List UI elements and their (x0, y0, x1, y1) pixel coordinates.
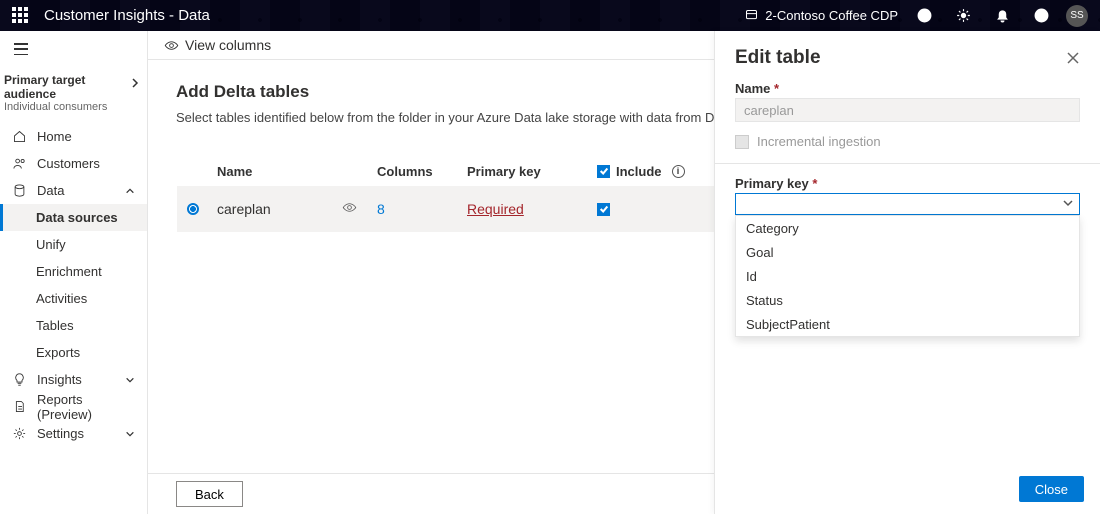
back-button[interactable]: Back (176, 481, 243, 507)
audience-heading: Primary target audience (4, 73, 137, 101)
nav-activities[interactable]: Activities (0, 285, 147, 312)
bell-icon[interactable] (994, 7, 1011, 24)
nav-exports[interactable]: Exports (0, 339, 147, 366)
dd-option-goal[interactable]: Goal (736, 240, 1079, 264)
row-name: careplan (217, 201, 271, 217)
nav-reports[interactable]: Reports (Preview) (0, 393, 147, 420)
chevron-down-icon (125, 375, 135, 385)
name-field-label: Name * (735, 81, 1080, 96)
preview-icon[interactable] (342, 200, 357, 218)
help-icon[interactable] (1033, 7, 1050, 24)
environment-label: 2-Contoso Coffee CDP (765, 8, 898, 23)
nav-settings[interactable]: Settings (0, 420, 147, 447)
dd-option-category[interactable]: Category (736, 216, 1079, 240)
nav-customers[interactable]: Customers (0, 150, 147, 177)
audience-picker[interactable]: Primary target audience Individual consu… (0, 67, 147, 123)
people-icon (12, 156, 27, 171)
nav-collapse-icon[interactable] (14, 43, 28, 55)
close-icon[interactable] (1066, 51, 1080, 65)
include-all-checkbox[interactable] (597, 165, 610, 178)
incremental-label: Incremental ingestion (757, 134, 881, 149)
nav-data[interactable]: Data (0, 177, 147, 204)
document-icon (12, 399, 27, 414)
name-field (735, 98, 1080, 122)
avatar[interactable]: SS (1066, 5, 1088, 27)
audience-sub: Individual consumers (4, 101, 137, 113)
col-columns: Columns (377, 164, 467, 179)
dd-option-id[interactable]: Id (736, 264, 1079, 288)
gear-icon[interactable] (955, 7, 972, 24)
database-icon (12, 183, 27, 198)
info-icon[interactable]: i (672, 165, 685, 178)
bulb-icon (12, 372, 27, 387)
row-radio[interactable] (187, 203, 199, 215)
nav-data-sources[interactable]: Data sources (0, 204, 147, 231)
dd-option-status[interactable]: Status (736, 288, 1079, 312)
panel-title: Edit table (735, 47, 821, 69)
app-launcher-icon[interactable] (12, 7, 30, 25)
eye-icon (164, 38, 179, 53)
nav-insights[interactable]: Insights (0, 366, 147, 393)
close-button[interactable]: Close (1019, 476, 1084, 502)
pk-required-link[interactable]: Required (467, 201, 597, 217)
nav-unify[interactable]: Unify (0, 231, 147, 258)
primary-key-input[interactable] (735, 193, 1080, 215)
chevron-down-icon (125, 429, 135, 439)
view-columns-button[interactable]: View columns (185, 37, 271, 53)
chevron-up-icon (125, 186, 135, 196)
primary-key-dropdown: Category Goal Id Status SubjectPatient (735, 215, 1080, 337)
row-include-checkbox[interactable] (597, 203, 610, 216)
columns-link[interactable]: 8 (377, 201, 467, 217)
chevron-right-icon (131, 77, 139, 89)
nav-home[interactable]: Home (0, 123, 147, 150)
home-icon (12, 129, 27, 144)
col-name: Name (217, 164, 377, 179)
incremental-checkbox (735, 135, 749, 149)
nav-enrichment[interactable]: Enrichment (0, 258, 147, 285)
smiley-icon[interactable] (916, 7, 933, 24)
app-title: Customer Insights - Data (44, 7, 210, 24)
nav-tables[interactable]: Tables (0, 312, 147, 339)
dd-option-subjectpatient[interactable]: SubjectPatient (736, 312, 1079, 336)
environment-picker[interactable]: 2-Contoso Coffee CDP (744, 8, 898, 23)
col-include: Include (616, 164, 662, 179)
gear-icon (12, 426, 27, 441)
pk-field-label: Primary key * (735, 176, 1080, 191)
col-pk: Primary key (467, 164, 597, 179)
